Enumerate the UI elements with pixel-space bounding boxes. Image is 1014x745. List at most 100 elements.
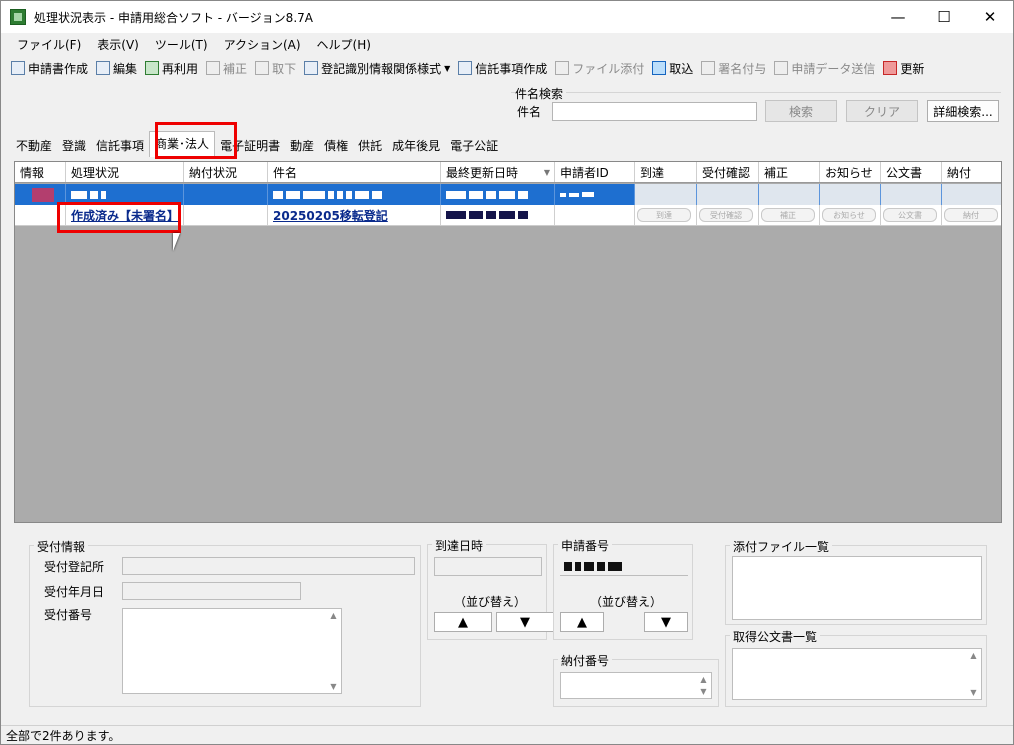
- scrollbar[interactable]: ▲ ▼: [696, 673, 711, 698]
- scroll-down-icon[interactable]: ▼: [700, 687, 706, 696]
- scroll-up-icon[interactable]: ▲: [330, 611, 336, 620]
- tab-electronic-notarization[interactable]: 電子公証: [445, 135, 503, 157]
- sign-button[interactable]: 署名付与: [701, 60, 766, 77]
- correction-icon: [206, 61, 221, 75]
- col-last-updated[interactable]: 最終更新日時 ▼: [441, 162, 555, 182]
- menu-action[interactable]: アクション(A): [216, 36, 309, 53]
- registration-form-button[interactable]: 登記識別情報関係様式 ▼: [304, 60, 450, 77]
- scroll-down-icon[interactable]: ▼: [330, 682, 336, 691]
- tab-real-estate[interactable]: 不動産: [11, 135, 57, 157]
- scrollbar[interactable]: ▲ ▼: [326, 609, 341, 693]
- chevron-down-icon[interactable]: ▼: [444, 64, 450, 73]
- create-application-button[interactable]: 申請書作成: [11, 60, 88, 77]
- clear-button[interactable]: クリア: [846, 100, 918, 122]
- document-create-icon: [11, 61, 25, 75]
- payment-number-field[interactable]: ▲ ▼: [560, 672, 712, 699]
- col-notice[interactable]: お知らせ: [820, 162, 881, 182]
- receipt-cell: [697, 184, 759, 205]
- col-correction[interactable]: 補正: [759, 162, 820, 182]
- receipt-confirm-button[interactable]: 受付確認: [699, 208, 753, 222]
- col-arrival[interactable]: 到達: [635, 162, 697, 182]
- col-official-doc[interactable]: 公文書: [881, 162, 942, 182]
- maximize-button[interactable]: ☐: [921, 1, 967, 33]
- correction-row-button[interactable]: 補正: [761, 208, 815, 222]
- col-payment[interactable]: 納付: [942, 162, 1001, 182]
- payment-number-legend: 納付番号: [558, 652, 613, 669]
- scroll-down-icon[interactable]: ▼: [970, 688, 976, 697]
- tab-trust[interactable]: 信託事項: [91, 135, 149, 157]
- payment-cell: [942, 184, 1001, 205]
- menu-view[interactable]: 表示(V): [89, 36, 147, 53]
- refresh-button[interactable]: 更新: [883, 60, 924, 77]
- applicant-id-cell: [555, 184, 635, 205]
- arrival-button[interactable]: 到達: [637, 208, 691, 222]
- acquired-docs-list[interactable]: ▲ ▼: [732, 648, 982, 700]
- status-cell: 作成済み【未署名】: [66, 205, 184, 225]
- subject-search-input[interactable]: [552, 102, 757, 121]
- subject-link[interactable]: 20250205移転登記: [273, 207, 388, 224]
- scrollbar[interactable]: ▲ ▼: [966, 649, 981, 699]
- withdraw-button[interactable]: 取下: [255, 60, 296, 77]
- payment-button[interactable]: 納付: [944, 208, 998, 222]
- withdraw-icon: [255, 61, 270, 75]
- reuse-button[interactable]: 再利用: [145, 60, 198, 77]
- scroll-up-icon[interactable]: ▲: [700, 675, 706, 684]
- attach-file-button[interactable]: ファイル添付: [555, 60, 644, 77]
- search-button[interactable]: 検索: [765, 100, 837, 122]
- tab-deposit[interactable]: 供託: [353, 135, 387, 157]
- advanced-search-button[interactable]: 詳細検索...: [927, 100, 999, 122]
- table-row[interactable]: 作成済み【未署名】 20250205移転登記 到達 受付確認 補正 お知らせ 公…: [15, 205, 1001, 226]
- subject-cell: 20250205移転登記: [268, 205, 441, 225]
- menu-tools[interactable]: ツール(T): [147, 36, 216, 53]
- status-cell: [66, 184, 184, 205]
- trust-document-icon: [458, 61, 473, 75]
- info-cell: [15, 184, 66, 205]
- main-window: 処理状況表示 - 申請用総合ソフト - バージョン8.7A — ☐ ✕ ファイル…: [0, 0, 1014, 745]
- tab-electronic-certificate[interactable]: 電子証明書: [215, 135, 285, 157]
- edit-icon: [96, 61, 111, 75]
- attached-files-group: 添付ファイル一覧: [725, 538, 987, 625]
- col-subject[interactable]: 件名: [268, 162, 441, 182]
- application-sort-down-button[interactable]: ▼: [644, 612, 688, 632]
- import-button[interactable]: 取込: [652, 60, 693, 77]
- notice-button[interactable]: お知らせ: [822, 208, 876, 222]
- date-field: [122, 582, 301, 600]
- col-applicant-id[interactable]: 申請者ID: [555, 162, 635, 182]
- office-label: 受付登記所: [44, 560, 105, 574]
- status-link[interactable]: 作成済み【未署名】: [71, 207, 179, 224]
- application-number-legend: 申請番号: [558, 537, 613, 554]
- tab-commercial-corporate[interactable]: 商業･法人: [149, 131, 216, 157]
- application-sort-up-button[interactable]: ▲: [560, 612, 604, 632]
- arrival-sort-down-button[interactable]: ▼: [496, 612, 554, 632]
- edit-button[interactable]: 編集: [96, 60, 137, 77]
- minimize-button[interactable]: —: [875, 1, 921, 33]
- receipt-number-box[interactable]: ▲ ▼: [122, 608, 342, 694]
- correction-cell: [759, 184, 820, 205]
- correction-button[interactable]: 補正: [206, 60, 247, 77]
- attached-files-list[interactable]: [732, 556, 982, 620]
- table-row[interactable]: [15, 184, 1001, 205]
- menu-help[interactable]: ヘルプ(H): [309, 36, 379, 53]
- close-button[interactable]: ✕: [967, 1, 1013, 33]
- tab-registration-id[interactable]: 登識: [57, 135, 91, 157]
- info-flag-icon: [32, 187, 54, 202]
- tab-claims[interactable]: 債権: [319, 135, 353, 157]
- tab-adult-guardianship[interactable]: 成年後見: [387, 135, 445, 157]
- send-data-button[interactable]: 申請データ送信: [774, 60, 875, 77]
- official-doc-button[interactable]: 公文書: [883, 208, 937, 222]
- application-grid: 情報 処理状況 納付状況 件名 最終更新日時 ▼ 申請者ID 到達 受付確認 補正…: [14, 161, 1002, 523]
- scroll-up-icon[interactable]: ▲: [970, 651, 976, 660]
- trust-document-button[interactable]: 信託事項作成: [458, 60, 547, 77]
- col-info[interactable]: 情報: [15, 162, 66, 182]
- tab-movables[interactable]: 動産: [285, 135, 319, 157]
- payment-number-group: 納付番号 ▲ ▼: [553, 652, 719, 707]
- attached-files-legend: 添付ファイル一覧: [730, 538, 833, 555]
- reception-legend: 受付情報: [34, 538, 89, 555]
- arrival-sort-up-button[interactable]: ▲: [434, 612, 492, 632]
- menu-file[interactable]: ファイル(F): [9, 36, 89, 53]
- col-receipt-confirm[interactable]: 受付確認: [697, 162, 759, 182]
- reception-info-group: 受付情報 受付登記所 受付年月日 受付番号 ▲ ▼: [29, 538, 421, 707]
- col-payment-status[interactable]: 納付状況: [184, 162, 268, 182]
- col-status[interactable]: 処理状況: [66, 162, 184, 182]
- import-icon: [652, 61, 667, 75]
